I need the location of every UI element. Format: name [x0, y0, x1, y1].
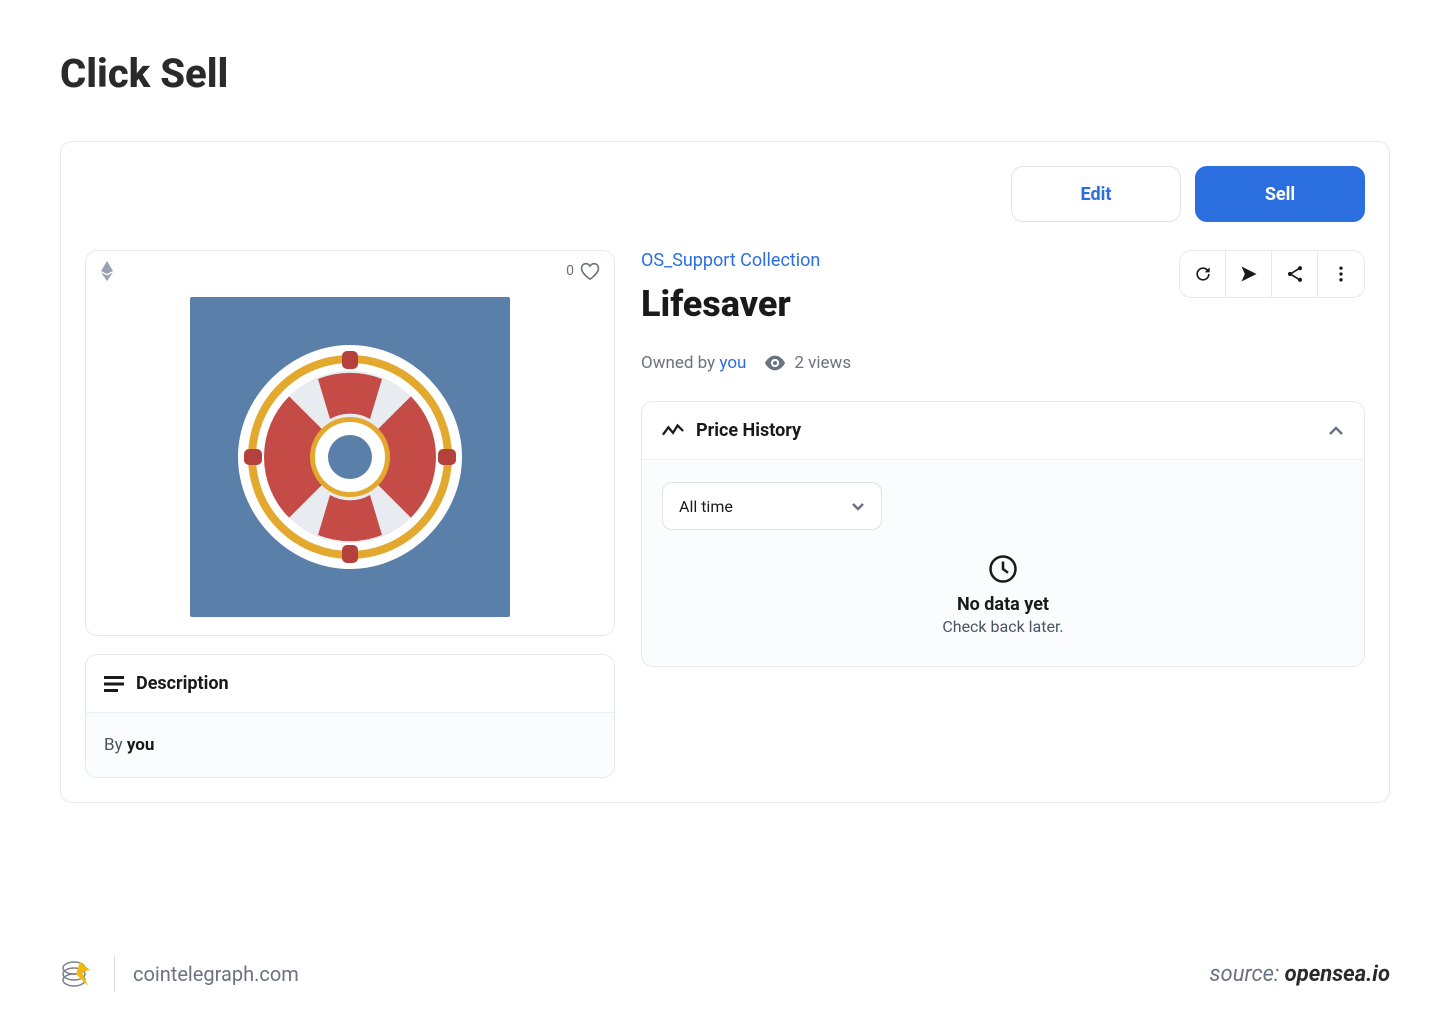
description-header[interactable]: Description	[86, 655, 614, 713]
owner-link[interactable]: you	[719, 353, 746, 373]
empty-title: No data yet	[957, 594, 1049, 615]
footer-divider	[114, 956, 115, 992]
cointelegraph-logo-icon	[60, 956, 96, 992]
item-title: Lifesaver	[641, 283, 820, 325]
description-title: Description	[136, 673, 229, 694]
likes-count: 0	[566, 263, 574, 279]
price-history-panel: Price History All time	[641, 401, 1365, 667]
owned-prefix: Owned by	[641, 353, 719, 373]
nft-artwork	[190, 297, 510, 617]
price-history-header[interactable]: Price History	[642, 402, 1364, 460]
source-prefix: source:	[1210, 962, 1285, 987]
footer: cointelegraph.com source: opensea.io	[60, 956, 1390, 992]
clock-icon	[988, 554, 1018, 584]
action-strip	[1179, 250, 1365, 298]
empty-subtitle: Check back later.	[942, 617, 1063, 636]
sell-button[interactable]: Sell	[1195, 166, 1365, 222]
by-prefix: By	[104, 735, 127, 755]
edit-button[interactable]: Edit	[1011, 166, 1181, 222]
item-card: Edit Sell 0	[60, 141, 1390, 803]
share-button[interactable]	[1272, 251, 1318, 297]
heart-icon[interactable]	[580, 262, 600, 280]
description-card: Description By you	[85, 654, 615, 778]
meta-row: Owned by you 2 views	[641, 353, 1365, 373]
send-button[interactable]	[1226, 251, 1272, 297]
page-title: Click Sell	[60, 50, 1390, 97]
list-icon	[104, 676, 124, 692]
price-history-title: Price History	[696, 420, 801, 441]
chevron-up-icon	[1328, 426, 1344, 436]
time-range-dropdown[interactable]: All time	[662, 482, 882, 530]
chevron-down-icon	[851, 502, 865, 511]
ethereum-icon	[100, 261, 114, 281]
source-name: opensea.io	[1285, 962, 1390, 987]
more-button[interactable]	[1318, 251, 1364, 297]
views-count: 2 views	[794, 353, 851, 373]
time-range-value: All time	[679, 497, 733, 516]
collection-link[interactable]: OS_Support Collection	[641, 250, 820, 271]
activity-icon	[662, 423, 684, 439]
empty-state: No data yet Check back later.	[662, 554, 1344, 636]
by-author: you	[127, 735, 155, 755]
topbar: Edit Sell	[85, 166, 1365, 222]
refresh-button[interactable]	[1180, 251, 1226, 297]
eye-icon	[764, 355, 786, 371]
media-card: 0	[85, 250, 615, 636]
footer-site: cointelegraph.com	[133, 962, 299, 986]
description-body: By you	[86, 713, 614, 777]
